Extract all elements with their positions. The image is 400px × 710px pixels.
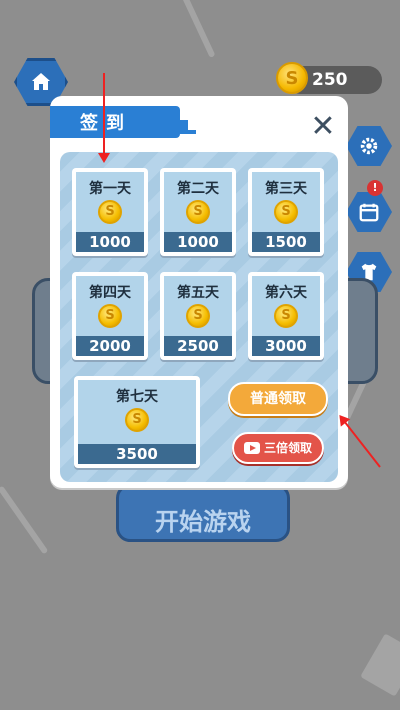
gear-icon <box>360 137 378 155</box>
reward-amount: 3500 <box>78 444 196 464</box>
calendar-icon <box>359 203 379 222</box>
coin-icon: S <box>98 304 122 328</box>
calendar-button[interactable] <box>346 192 392 232</box>
coin-icon: S <box>274 200 298 224</box>
title-decoration <box>186 130 196 134</box>
reward-amount: 1500 <box>252 232 320 252</box>
day-label: 第七天 <box>116 389 158 405</box>
triple-claim-label: 三倍领取 <box>263 441 312 455</box>
coin-icon: S <box>125 408 149 432</box>
reward-amount: 1000 <box>76 232 144 252</box>
coin-icon: S <box>274 304 298 328</box>
day-label: 第五天 <box>177 285 219 301</box>
day-reward-card[interactable]: 第五天 S 2500 <box>160 272 236 360</box>
day-label: 第六天 <box>265 285 307 301</box>
coin-icon: S <box>186 200 210 224</box>
reward-amount: 2500 <box>164 336 232 356</box>
home-icon <box>32 73 50 90</box>
close-button[interactable]: ✕ <box>310 112 336 142</box>
day-label: 第二天 <box>177 181 219 197</box>
video-play-icon <box>243 442 260 454</box>
day-reward-card[interactable]: 第三天 S 1500 <box>248 168 324 256</box>
coin-icon: S <box>186 304 210 328</box>
settings-button[interactable] <box>346 126 392 166</box>
coin-count: 250 <box>312 70 348 90</box>
day-label: 第一天 <box>89 181 131 197</box>
triple-claim-button[interactable]: 三倍领取 <box>232 432 324 464</box>
day-reward-card[interactable]: 第七天 S 3500 <box>74 376 200 468</box>
day-reward-card[interactable]: 第四天 S 2000 <box>72 272 148 360</box>
reward-amount: 2000 <box>76 336 144 356</box>
reward-amount: 3000 <box>252 336 320 356</box>
normal-claim-button[interactable]: 普通领取 <box>228 382 328 416</box>
sign-in-dialog: 签到 ✕ 第一天 S 1000 第二天 S 1000 第三天 S 1500 第四… <box>50 96 348 488</box>
background-stroke <box>360 633 400 697</box>
start-game-button[interactable]: 开始游戏 <box>116 484 290 542</box>
day-reward-card[interactable]: 第二天 S 1000 <box>160 168 236 256</box>
day-reward-card[interactable]: 第六天 S 3000 <box>248 272 324 360</box>
dialog-title: 签到 <box>50 106 188 138</box>
day-reward-card[interactable]: 第一天 S 1000 <box>72 168 148 256</box>
background-stroke <box>180 0 216 58</box>
notification-badge: ! <box>367 180 383 196</box>
coin-icon: S <box>98 200 122 224</box>
annotation-arrow <box>103 73 105 161</box>
day-label: 第四天 <box>89 285 131 301</box>
coin-icon: S <box>276 62 308 94</box>
reward-amount: 1000 <box>164 232 232 252</box>
background-stroke <box>0 485 49 555</box>
day-label: 第三天 <box>265 181 307 197</box>
